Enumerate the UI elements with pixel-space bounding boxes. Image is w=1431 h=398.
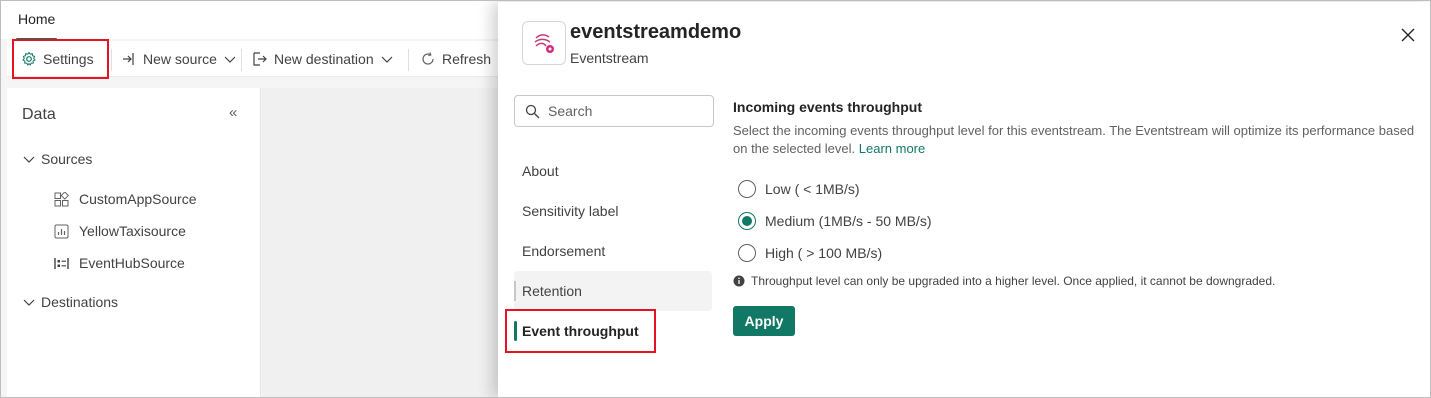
section-title: Incoming events throughput [733, 99, 922, 115]
apply-button[interactable]: Apply [733, 306, 795, 336]
canvas-area [262, 88, 502, 397]
sources-group-toggle[interactable]: Sources [23, 151, 92, 167]
settings-dialog: eventstreamdemo Eventstream About Sensit… [498, 2, 1430, 397]
close-button[interactable] [1397, 24, 1419, 46]
nav-retention[interactable]: Retention [514, 271, 712, 311]
new-source-label: New source [143, 51, 217, 67]
app-grid-icon [54, 191, 69, 206]
radio-option-low[interactable]: Low ( < 1MB/s) [738, 180, 860, 198]
info-icon [733, 275, 745, 287]
toolbar-divider [408, 49, 409, 71]
search-icon [525, 104, 540, 118]
new-source-button[interactable]: New source [121, 41, 237, 77]
settings-search-box[interactable] [514, 95, 714, 127]
destinations-group-label: Destinations [41, 294, 119, 310]
radio-button[interactable] [738, 180, 756, 198]
radio-button[interactable] [738, 244, 756, 262]
refresh-label: Refresh [442, 51, 492, 67]
chevron-down-icon [381, 56, 393, 63]
nav-sensitivity-label[interactable]: Sensitivity label [514, 191, 712, 231]
source-item-eventhubsource[interactable]: EventHubSource [54, 255, 185, 271]
chart-icon [54, 224, 69, 238]
chevron-down-icon [224, 56, 236, 63]
data-panel-title: Data [22, 106, 56, 123]
radio-button-selected[interactable] [738, 212, 756, 230]
source-item-label: YellowTaxisource [79, 223, 186, 239]
new-destination-label: New destination [274, 51, 374, 67]
settings-highlight-box [12, 39, 109, 79]
refresh-icon [422, 52, 434, 65]
toolbar-divider [111, 49, 112, 71]
tab-home[interactable]: Home [15, 11, 58, 40]
search-input[interactable] [548, 103, 698, 119]
eventstream-icon [534, 34, 554, 53]
source-item-label: CustomAppSource [79, 191, 197, 207]
close-icon [1401, 28, 1415, 42]
radio-option-high[interactable]: High ( > 100 MB/s) [738, 244, 882, 262]
source-item-yellowtaxisource[interactable]: YellowTaxisource [54, 223, 186, 239]
app-window: Home Settings New source New destination… [0, 0, 1431, 398]
section-description: Select the incoming events throughput le… [733, 122, 1423, 158]
collapse-panel-icon[interactable]: « [229, 104, 237, 121]
nav-about[interactable]: About [514, 151, 712, 191]
chevron-down-icon [23, 299, 35, 306]
radio-label: Low ( < 1MB/s) [765, 181, 860, 197]
dialog-title: eventstreamdemo [570, 21, 742, 43]
dialog-subtitle: Eventstream [570, 50, 649, 66]
radio-option-medium[interactable]: Medium (1MB/s - 50 MB/s) [738, 212, 931, 230]
section-description-text: Select the incoming events throughput le… [733, 123, 1415, 156]
nav-endorsement[interactable]: Endorsement [514, 231, 712, 271]
event-throughput-highlight-box [505, 309, 656, 353]
new-destination-button[interactable]: New destination [252, 41, 394, 77]
chevron-down-icon [23, 156, 35, 163]
throughput-note: Throughput level can only be upgraded in… [733, 274, 1275, 288]
sign-in-icon [123, 53, 134, 65]
data-panel: Data « Sources CustomAppSource YellowTax… [7, 88, 261, 397]
event-hub-icon [54, 257, 69, 269]
radio-label: High ( > 100 MB/s) [765, 245, 883, 261]
sources-group-label: Sources [41, 151, 93, 167]
throughput-note-text: Throughput level can only be upgraded in… [751, 274, 1276, 288]
eventstream-app-icon [522, 21, 566, 65]
refresh-button[interactable]: Refresh [420, 41, 491, 77]
source-item-label: EventHubSource [79, 255, 185, 271]
radio-label: Medium (1MB/s - 50 MB/s) [765, 213, 932, 229]
destinations-group-toggle[interactable]: Destinations [23, 294, 118, 310]
toolbar-divider [241, 49, 242, 71]
source-item-customappsource[interactable]: CustomAppSource [54, 191, 197, 207]
learn-more-link[interactable]: Learn more [859, 141, 925, 156]
sign-out-icon [253, 52, 267, 66]
